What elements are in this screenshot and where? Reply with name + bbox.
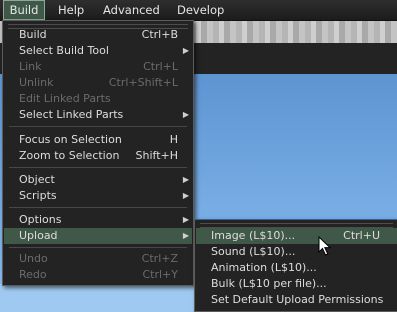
menu-item-label: Bulk (L$10 per file)... [211, 277, 327, 290]
menu-item-label: Select Build Tool [19, 44, 109, 57]
menu-item-shortcut: Ctrl+U [343, 229, 380, 242]
menu-item-upload-bulk[interactable]: Bulk (L$10 per file)... [196, 276, 397, 292]
submenu-arrow-icon: ▶ [182, 175, 189, 184]
menu-item-shortcut: Ctrl+Y [142, 268, 178, 281]
submenu-arrow-icon: ▶ [182, 191, 189, 200]
menu-separator [9, 167, 187, 168]
menu-item-shortcut: Ctrl+L [143, 60, 178, 73]
menu-item-shortcut: Ctrl+Z [141, 252, 178, 265]
submenu-arrow-icon: ▶ [182, 215, 189, 224]
menu-build[interactable]: Build [3, 0, 45, 20]
menu-item-label: Link [19, 60, 42, 73]
menu-item-redo[interactable]: Redo Ctrl+Y [4, 267, 192, 283]
menu-item-upload-sound[interactable]: Sound (L$10)... [196, 244, 397, 260]
menu-bar: Build Help Advanced Develop [0, 0, 397, 21]
menu-develop[interactable]: Develop [177, 0, 224, 20]
menu-item-zoom-to-selection[interactable]: Zoom to Selection Shift+H [4, 148, 192, 164]
submenu-arrow-icon: ▶ [182, 46, 189, 55]
menu-item-undo[interactable]: Undo Ctrl+Z [4, 251, 192, 267]
menu-item-label: Sound (L$10)... [211, 245, 296, 258]
menu-item-edit-linked-parts[interactable]: Edit Linked Parts [4, 91, 192, 107]
menu-item-unlink[interactable]: Unlink Ctrl+Shift+L [4, 75, 192, 91]
menu-item-object[interactable]: Object ▶ [4, 172, 192, 188]
build-menu-dropdown: Build Ctrl+B Select Build Tool ▶ Link Ct… [2, 20, 194, 286]
menu-item-upload-image[interactable]: Image (L$10)... Ctrl+U [196, 228, 397, 244]
menu-separator [9, 207, 187, 208]
world-viewport-lower [0, 284, 200, 312]
submenu-arrow-icon: ▶ [182, 110, 189, 119]
menu-item-label: Set Default Upload Permissions [211, 293, 384, 306]
menu-item-label: Zoom to Selection [19, 149, 120, 162]
menu-item-upload-animation[interactable]: Animation (L$10)... [196, 260, 397, 276]
menu-item-label: Upload [19, 229, 58, 242]
menu-advanced[interactable]: Advanced [103, 0, 160, 20]
menu-item-link[interactable]: Link Ctrl+L [4, 59, 192, 75]
menu-item-label: Select Linked Parts [19, 108, 124, 121]
menu-item-shortcut: H [169, 133, 178, 146]
mouse-pointer-icon [318, 236, 332, 256]
menu-item-label: Image (L$10)... [211, 229, 296, 242]
menu-item-label: Focus on Selection [19, 133, 122, 146]
menu-item-focus-on-selection[interactable]: Focus on Selection H [4, 132, 192, 148]
menu-item-build[interactable]: Build Ctrl+B [4, 27, 192, 43]
menu-item-scripts[interactable]: Scripts ▶ [4, 188, 192, 204]
menu-item-label: Object [19, 173, 55, 186]
menu-item-label: Animation (L$10)... [211, 261, 317, 274]
menu-item-label: Options [19, 213, 62, 226]
menu-item-shortcut: Shift+H [135, 149, 179, 162]
menu-item-shortcut: Ctrl+B [141, 28, 178, 41]
menu-item-label: Undo [19, 252, 48, 265]
menu-help[interactable]: Help [58, 0, 84, 20]
menu-item-upload[interactable]: Upload ▶ [4, 228, 192, 244]
submenu-arrow-icon: ▶ [182, 231, 189, 240]
menu-separator [9, 247, 187, 248]
menu-item-select-linked-parts[interactable]: Select Linked Parts ▶ [4, 107, 192, 123]
menu-item-label: Unlink [19, 76, 54, 89]
menu-item-shortcut: Ctrl+Shift+L [108, 76, 178, 89]
upload-submenu: Image (L$10)... Ctrl+U Sound (L$10)... A… [194, 219, 397, 312]
menu-item-label: Scripts [19, 189, 57, 202]
menu-item-set-default-upload-permissions[interactable]: Set Default Upload Permissions [196, 292, 397, 308]
menu-item-label: Redo [19, 268, 47, 281]
menu-item-select-build-tool[interactable]: Select Build Tool ▶ [4, 43, 192, 59]
menu-item-options[interactable]: Options ▶ [4, 212, 192, 228]
menu-item-label: Build [19, 28, 47, 41]
menu-item-label: Edit Linked Parts [19, 92, 111, 105]
menu-separator [9, 126, 187, 127]
